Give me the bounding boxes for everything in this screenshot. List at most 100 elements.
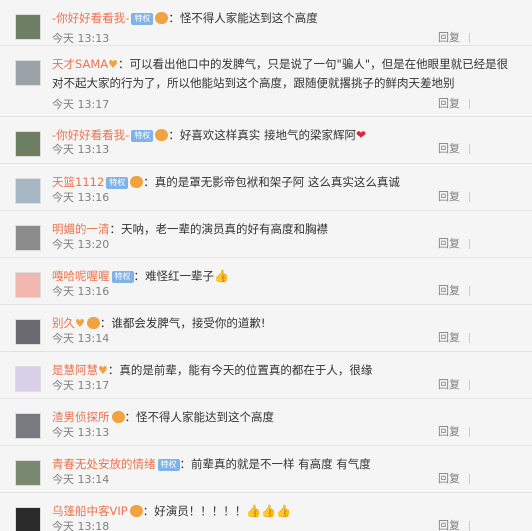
- avatar[interactable]: [15, 507, 41, 531]
- comment-item: -你好好看看我-特权：好喜欢这样真实 接地气的梁家辉阿❤今天 13:13回复56: [0, 117, 532, 164]
- vip-badge[interactable]: 特权: [131, 13, 154, 25]
- reply-button[interactable]: 回复: [438, 236, 460, 252]
- colon-separator: ：: [124, 410, 137, 424]
- divider: [469, 144, 470, 154]
- divider: [469, 427, 470, 437]
- divider: [469, 521, 470, 531]
- reply-button[interactable]: 回复: [438, 189, 460, 205]
- reply-button[interactable]: 回复: [438, 424, 460, 440]
- timestamp: 今天 13:18: [52, 520, 110, 531]
- vip-badge[interactable]: 特权: [106, 177, 129, 189]
- avatar[interactable]: [15, 272, 41, 298]
- avatar-image: [16, 61, 40, 85]
- timestamp: 今天 13:14: [52, 473, 110, 486]
- colon-separator: ：: [133, 269, 146, 283]
- avatar-image: [16, 414, 40, 438]
- level-badge-icon[interactable]: [130, 176, 144, 188]
- timestamp: 今天 13:16: [52, 285, 110, 298]
- level-badge-icon[interactable]: [86, 317, 100, 329]
- comment-text: -你好好看看我- 特权 ：怪不得人家能达到这个高度: [52, 9, 514, 27]
- colon-separator: ：: [99, 316, 112, 330]
- comment-body: 天呐，老一辈的演员真的好有高度和胸襟: [121, 222, 328, 236]
- username-link[interactable]: 天才SAMA: [52, 57, 108, 71]
- comment-body: 真的是罩无影帝包袱和架子阿 这么真实这么真诚: [154, 175, 400, 189]
- colon-separator: ：: [168, 11, 180, 25]
- username-link[interactable]: -你好好看看我-: [52, 128, 129, 142]
- timestamp: 今天 13:20: [52, 238, 110, 251]
- avatar[interactable]: [15, 131, 41, 157]
- avatar-image: [16, 320, 40, 344]
- comment-item: 嘎哈呢喔喔特权：难怪红一辈子👍今天 13:16回复30: [0, 258, 532, 305]
- heart-emoji-icon: ❤: [355, 128, 367, 142]
- comment-meta: 今天 13:14回复22: [52, 330, 532, 346]
- avatar[interactable]: [15, 460, 41, 486]
- comment-meta: 今天 13:16回复61: [52, 189, 532, 205]
- crown-icon[interactable]: ♥: [98, 364, 108, 377]
- level-badge-icon[interactable]: [111, 411, 125, 423]
- comment-meta: 今天 13:17回复79: [52, 96, 532, 112]
- comment-meta: 今天 13:18回复7: [52, 518, 532, 531]
- colon-separator: ：: [118, 57, 130, 71]
- reply-button[interactable]: 回复: [438, 330, 460, 346]
- comment-body: 好演员！！！！！: [154, 504, 247, 518]
- avatar[interactable]: [15, 60, 41, 86]
- reply-button[interactable]: 回复: [438, 471, 460, 487]
- avatar[interactable]: [15, 14, 41, 40]
- timestamp: 今天 13:13: [52, 143, 110, 156]
- colon-separator: ：: [109, 222, 122, 236]
- username-link[interactable]: 别久: [52, 316, 75, 330]
- username-link[interactable]: 是慧阿慧: [52, 363, 98, 377]
- avatar[interactable]: [15, 319, 41, 345]
- username-link[interactable]: 青春无处安放的情绪: [52, 457, 156, 471]
- username-link[interactable]: 渣男侦探所: [52, 410, 110, 424]
- level-badge-icon[interactable]: [155, 129, 169, 141]
- timestamp: 今天 13:13: [52, 426, 110, 439]
- crown-icon[interactable]: ♥: [75, 317, 85, 330]
- comment-body: 谁都会发脾气，接受你的道歉!: [111, 316, 266, 330]
- divider: [469, 192, 470, 202]
- vip-badge[interactable]: 特权: [157, 459, 180, 471]
- comment-meta: 今天 13:17回复14: [52, 377, 532, 393]
- comment-body: 难怪红一辈子: [145, 269, 214, 283]
- comment-item: 天才SAMA♥：可以看出他口中的发脾气，只是说了一句"骗人"，但是在他眼里就已经…: [0, 46, 532, 117]
- reply-button[interactable]: 回复: [438, 141, 460, 157]
- username-link[interactable]: 乌篷船中客VIP: [52, 504, 128, 518]
- comment-item: 渣男侦探所：怪不得人家能达到这个高度今天 13:13回复10: [0, 399, 532, 446]
- avatar[interactable]: [15, 178, 41, 204]
- divider: [469, 380, 470, 390]
- avatar[interactable]: [15, 366, 41, 392]
- username-link[interactable]: 天篮1112: [52, 175, 104, 189]
- avatar-image: [16, 508, 40, 531]
- colon-separator: ：: [143, 175, 155, 189]
- reply-button[interactable]: 回复: [438, 30, 460, 46]
- comment-meta: 今天 13:13回复10: [52, 424, 532, 440]
- crown-icon[interactable]: ♥: [108, 58, 118, 71]
- username-link[interactable]: -你好好看看我-: [52, 11, 129, 25]
- comment-meta: 今天 13:16回复30: [52, 283, 532, 299]
- thumbs-up-emoji-icon: 👍: [214, 269, 229, 283]
- avatar[interactable]: [15, 225, 41, 251]
- divider: [469, 333, 470, 343]
- reply-button[interactable]: 回复: [438, 283, 460, 299]
- divider: [469, 99, 470, 109]
- avatar-image: [16, 273, 40, 297]
- level-badge-icon[interactable]: [129, 505, 143, 517]
- comment-list: -你好好看看我-特权：怪不得人家能达到这个高度今天 13:13回复144天才SA…: [0, 0, 532, 531]
- avatar[interactable]: [15, 413, 41, 439]
- timestamp: 今天 13:16: [52, 191, 110, 204]
- reply-button[interactable]: 回复: [438, 96, 460, 112]
- vip-badge[interactable]: 特权: [111, 271, 134, 283]
- timestamp: 今天 13:13: [52, 32, 110, 45]
- comment-item: 别久♥ ：谁都会发脾气，接受你的道歉!今天 13:14回复22: [0, 305, 532, 352]
- username-link[interactable]: 明媚的一清: [52, 222, 110, 236]
- colon-separator: ：: [179, 457, 192, 471]
- level-badge-icon[interactable]: [155, 12, 169, 24]
- comment-body: 怪不得人家能达到这个高度: [136, 410, 274, 424]
- reply-button[interactable]: 回复: [438, 518, 460, 531]
- reply-button[interactable]: 回复: [438, 377, 460, 393]
- comment-body: 前辈真的就是不一样 有高度 有气度: [191, 457, 371, 471]
- comment-body: 怪不得人家能达到这个高度: [179, 11, 318, 25]
- username-link[interactable]: 嘎哈呢喔喔: [52, 269, 110, 283]
- comment-body: 好喜欢这样真实 接地气的梁家辉阿: [179, 128, 356, 142]
- divider: [469, 33, 470, 43]
